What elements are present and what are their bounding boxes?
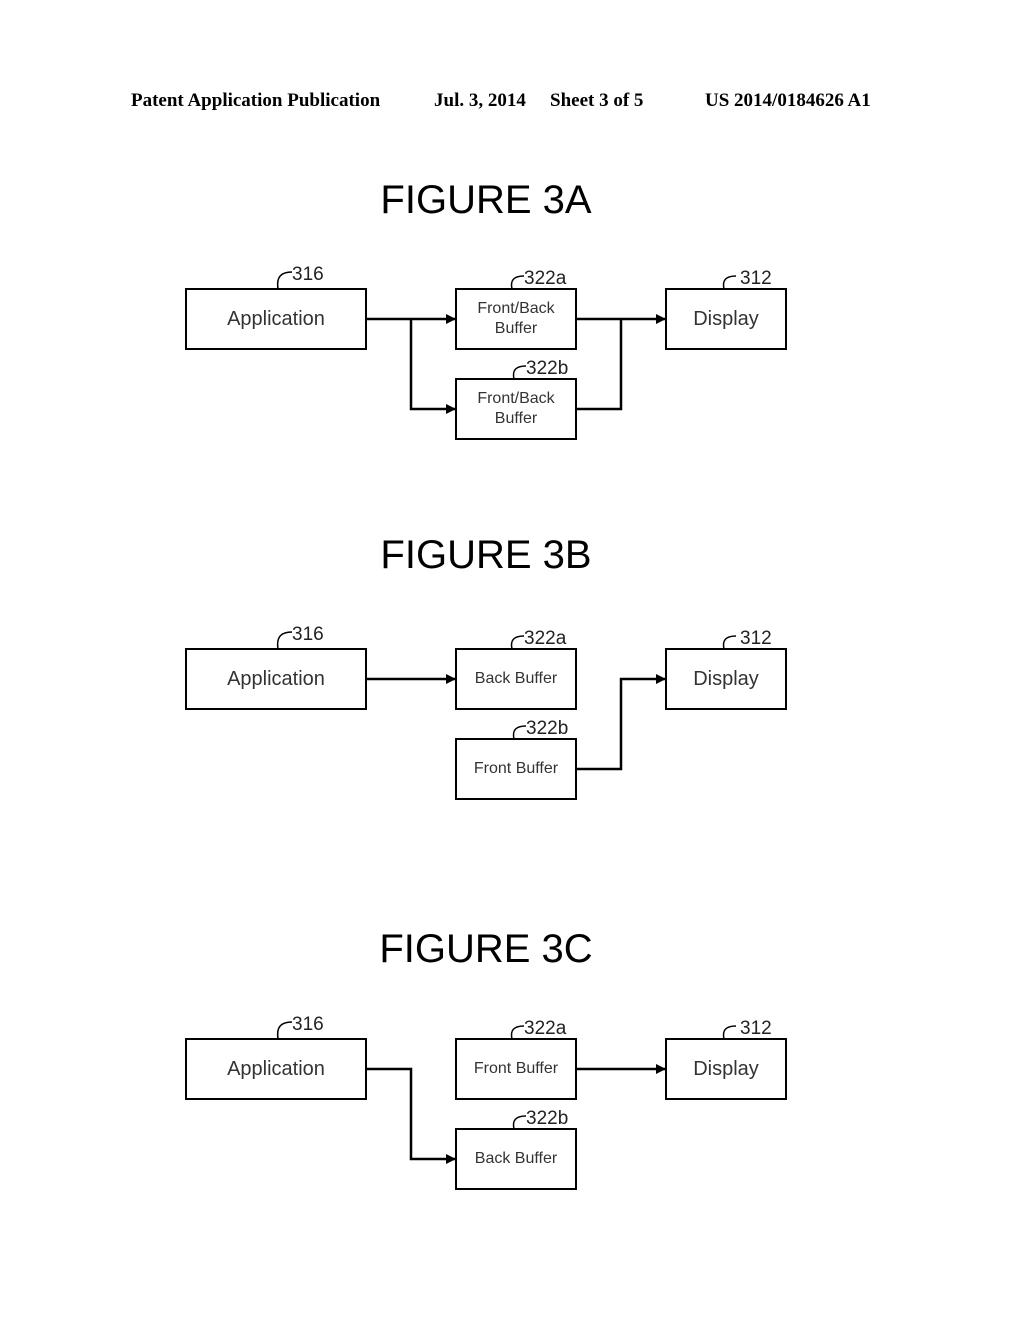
box-label: Front Buffer (473, 760, 559, 777)
back-buffer-box: Back Buffer (455, 648, 577, 710)
buffer-box-322a: Front/Back Buffer (455, 288, 577, 350)
box-label: Application (227, 1057, 325, 1080)
ref-leader (276, 1021, 293, 1040)
arrow-app-to-back-buffer (366, 1067, 456, 1164)
ref-number: 322b (526, 718, 569, 739)
application-box: Application (185, 288, 367, 350)
ref-number: 316 (292, 1014, 324, 1035)
ref-number: 322b (526, 358, 569, 379)
figure-3b-title: FIGURE 3B (380, 533, 592, 577)
box-label: Display (693, 667, 759, 690)
front-buffer-box: Front Buffer (455, 1038, 577, 1100)
display-box: Display (665, 648, 787, 710)
ref-number: 322a (524, 1018, 567, 1039)
display-box: Display (665, 1038, 787, 1100)
application-box: Application (185, 648, 367, 710)
ref-leader (276, 631, 293, 650)
ref-number: 316 (292, 624, 324, 645)
front-buffer-box: Front Buffer (455, 738, 577, 800)
ref-number: 312 (740, 1018, 772, 1039)
figure-3c-title: FIGURE 3C (379, 927, 593, 971)
back-buffer-box: Back Buffer (455, 1128, 577, 1190)
line-322b-to-display (576, 319, 623, 411)
ref-number: 312 (740, 268, 772, 289)
arrow-app-to-322b (409, 319, 456, 414)
application-box: Application (185, 1038, 367, 1100)
ref-number: 316 (292, 264, 324, 285)
box-label: Front Buffer (473, 1060, 559, 1077)
box-label: Back Buffer (474, 1150, 558, 1167)
box-label: Application (227, 307, 325, 330)
box-label: Display (693, 1057, 759, 1080)
box-label: Display (693, 307, 759, 330)
ref-number: 312 (740, 628, 772, 649)
box-label: Front/Back Buffer (477, 390, 555, 427)
ref-leader (276, 271, 293, 290)
box-label: Application (227, 667, 325, 690)
arrow-front-buffer-to-display (576, 674, 666, 771)
figure-3a-title: FIGURE 3A (380, 178, 592, 222)
ref-number: 322b (526, 1108, 569, 1129)
box-label: Back Buffer (474, 670, 558, 687)
display-box: Display (665, 288, 787, 350)
buffer-box-322b: Front/Back Buffer (455, 378, 577, 440)
ref-number: 322a (524, 628, 567, 649)
box-label: Front/Back Buffer (477, 300, 555, 337)
ref-number: 322a (524, 268, 567, 289)
